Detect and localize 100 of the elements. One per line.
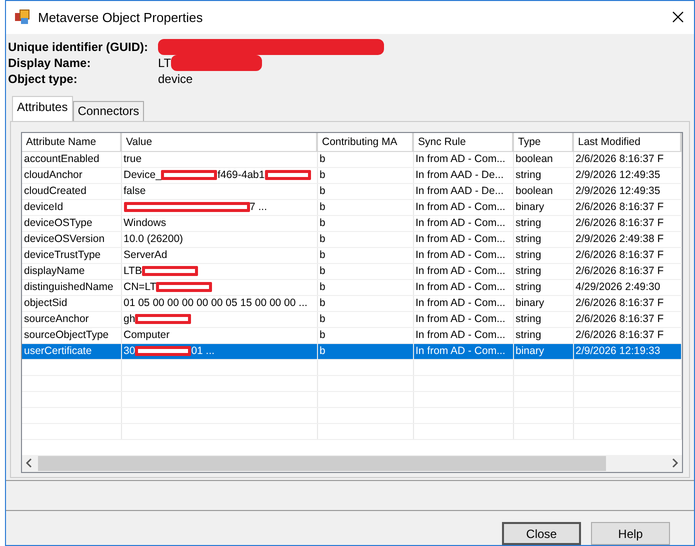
- table-cell: b: [317, 295, 413, 312]
- table-cell: 4/29/2026 2:49:30: [573, 279, 681, 296]
- table-cell: b: [317, 327, 413, 344]
- table-cell: 2/9/2026 12:19:33: [573, 343, 681, 360]
- table-cell: In from AD - Com...: [413, 311, 513, 328]
- column-header[interactable]: Type: [513, 132, 573, 152]
- value-text: 01 ...: [191, 345, 215, 358]
- dialog-button[interactable]: Help: [591, 522, 670, 545]
- tab[interactable]: Attributes: [12, 96, 73, 121]
- table-cell: 2/6/2026 8:16:37 F: [573, 199, 681, 216]
- table-cell: In from AD - Com...: [413, 343, 513, 360]
- table-cell: In from AD - Com...: [413, 263, 513, 280]
- field-label: Unique identifier (GUID):: [8, 40, 149, 54]
- table-cell: 2/9/2026 2:49:38 F: [573, 231, 681, 248]
- table-cell: In from AD - Com...: [413, 295, 513, 312]
- redaction-mark: [161, 170, 218, 180]
- value-text: LT: [158, 56, 172, 70]
- table-cell: userCertificate: [22, 343, 121, 360]
- table-cell: b: [317, 151, 413, 168]
- value-text: Windows: [124, 217, 166, 230]
- table-cell: b: [317, 311, 413, 328]
- table-cell: accountEnabled: [22, 151, 121, 168]
- table-cell: 2/6/2026 8:16:37 F: [573, 263, 681, 280]
- window-title: Metaverse Object Properties: [38, 10, 203, 25]
- table-cell: b: [317, 199, 413, 216]
- redaction-mark: [142, 266, 198, 276]
- table-cell: b: [317, 231, 413, 248]
- column-header[interactable]: Contributing MA: [317, 132, 413, 152]
- table-cell: string: [513, 215, 573, 232]
- table-cell: string: [513, 327, 573, 344]
- table-cell: boolean: [513, 183, 573, 200]
- table-cell: In from AAD - De...: [413, 183, 513, 200]
- table-cell: deviceId: [22, 199, 121, 216]
- table-cell: 2/6/2026 8:16:37 F: [573, 295, 681, 312]
- table-cell: string: [513, 311, 573, 328]
- table-cell: In from AD - Com...: [413, 199, 513, 216]
- horizontal-scrollbar[interactable]: [22, 454, 682, 472]
- table-cell: sourceAnchor: [22, 311, 121, 328]
- field-label: Display Name:: [8, 56, 92, 70]
- close-icon[interactable]: [672, 11, 684, 24]
- table-cell: 2/6/2026 8:16:37 F: [573, 311, 681, 328]
- table-cell: objectSid: [22, 295, 121, 312]
- table-cell: distinguishedName: [22, 279, 121, 296]
- table-cell: In from AD - Com...: [413, 231, 513, 248]
- table-cell: deviceOSType: [22, 215, 121, 232]
- value-text: true: [124, 153, 142, 166]
- redaction-mark: [135, 346, 192, 356]
- table-cell: displayName: [22, 263, 121, 280]
- table-cell: deviceTrustType: [22, 247, 121, 264]
- dialog-button[interactable]: Close: [502, 522, 581, 545]
- table-cell: b: [317, 167, 413, 184]
- value-text: CN=LT: [124, 281, 156, 294]
- table-cell: In from AAD - De...: [413, 167, 513, 184]
- table-cell: string: [513, 279, 573, 296]
- table-cell: b: [317, 263, 413, 280]
- value-text: gh: [124, 313, 136, 326]
- value-text: device: [158, 72, 193, 86]
- table-cell: string: [513, 167, 573, 184]
- table-cell: In from AD - Com...: [413, 327, 513, 344]
- table-cell: 2/9/2026 12:49:35: [573, 183, 681, 200]
- table-cell: 2/6/2026 8:16:37 F: [573, 215, 681, 232]
- value-text: ServerAd: [124, 249, 168, 262]
- table-cell: 2/9/2026 12:49:35: [573, 167, 681, 184]
- table-cell: cloudCreated: [22, 183, 121, 200]
- value-text: Computer: [124, 329, 170, 342]
- table-cell: 2/6/2026 8:16:37 F: [573, 151, 681, 168]
- value-text: LTB: [124, 265, 142, 278]
- value-text: 10.0 (26200): [124, 233, 184, 246]
- column-header[interactable]: Sync Rule: [413, 132, 513, 152]
- column-header[interactable]: Last Modified: [573, 132, 681, 152]
- redaction-mark: [156, 282, 212, 292]
- value-text: 30: [124, 345, 136, 358]
- app-icon: [14, 9, 30, 26]
- table-cell: b: [317, 215, 413, 232]
- value-text: 7 ...: [250, 201, 268, 214]
- table-cell: string: [513, 247, 573, 264]
- table-cell: In from AD - Com...: [413, 151, 513, 168]
- tab[interactable]: Connectors: [72, 100, 144, 121]
- table-cell: binary: [513, 343, 573, 360]
- table-cell: b: [317, 279, 413, 296]
- redaction-mark: [264, 170, 311, 180]
- table-cell: cloudAnchor: [22, 167, 121, 184]
- table-cell: In from AD - Com...: [413, 279, 513, 296]
- value-text: false: [124, 185, 146, 198]
- table-cell: 2/6/2026 8:16:37 F: [573, 247, 681, 264]
- column-header[interactable]: Value: [121, 132, 317, 152]
- table-cell: string: [513, 231, 573, 248]
- table-cell: In from AD - Com...: [413, 247, 513, 264]
- table-cell: b: [317, 183, 413, 200]
- value-text: 01 05 00 00 00 00 00 05 15 00 00 00 ...: [124, 297, 308, 310]
- table-cell: boolean: [513, 151, 573, 168]
- field-label: Object type:: [8, 72, 78, 86]
- table-cell: b: [317, 343, 413, 360]
- table-cell: binary: [513, 199, 573, 216]
- table-cell: In from AD - Com...: [413, 215, 513, 232]
- table-cell: deviceOSVersion: [22, 231, 121, 248]
- table-cell: binary: [513, 295, 573, 312]
- table-cell: string: [513, 263, 573, 280]
- table-cell: sourceObjectType: [22, 327, 121, 344]
- column-header[interactable]: Attribute Name: [22, 132, 121, 152]
